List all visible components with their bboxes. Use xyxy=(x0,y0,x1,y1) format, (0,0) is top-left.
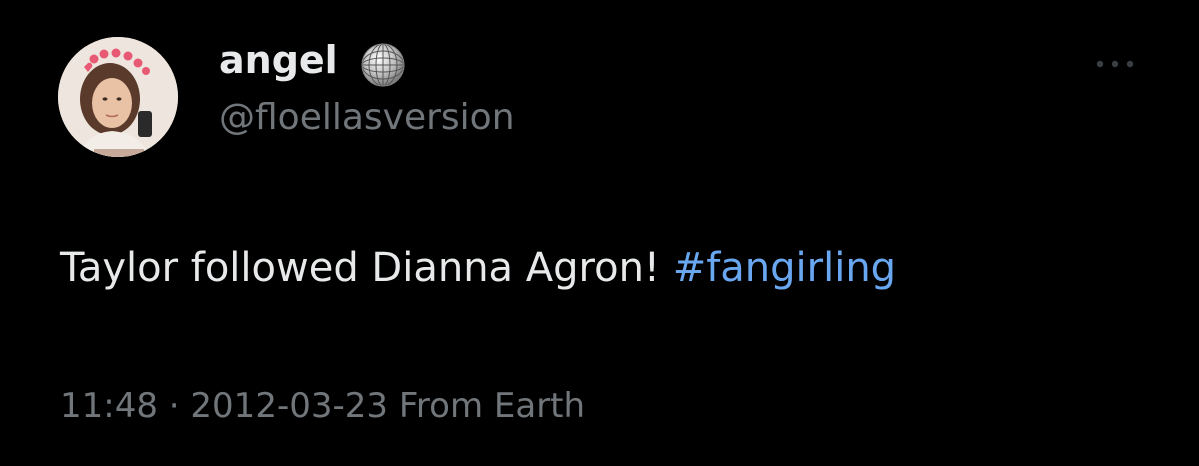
more-horizontal-icon[interactable] xyxy=(1090,52,1140,76)
tweet-time[interactable]: 11:48 xyxy=(60,386,158,426)
tweet-date[interactable]: 2012-03-23 xyxy=(190,386,388,426)
display-name[interactable]: angel xyxy=(219,39,338,82)
avatar[interactable] xyxy=(58,37,178,157)
meta-separator: · xyxy=(168,386,180,426)
hashtag-link[interactable]: #fangirling xyxy=(673,245,896,291)
tweet-source: From Earth xyxy=(398,386,586,426)
avatar-photo xyxy=(58,37,178,157)
disco-ball-icon xyxy=(361,43,405,87)
tweet-text: Taylor followed Dianna Agron! #fangirlin… xyxy=(60,244,896,292)
tweet-body: Taylor followed Dianna Agron! xyxy=(60,245,660,291)
handle[interactable]: @floellasversion xyxy=(219,98,515,138)
tweet-metadata: 11:48 · 2012-03-23 From Earth xyxy=(60,386,585,427)
